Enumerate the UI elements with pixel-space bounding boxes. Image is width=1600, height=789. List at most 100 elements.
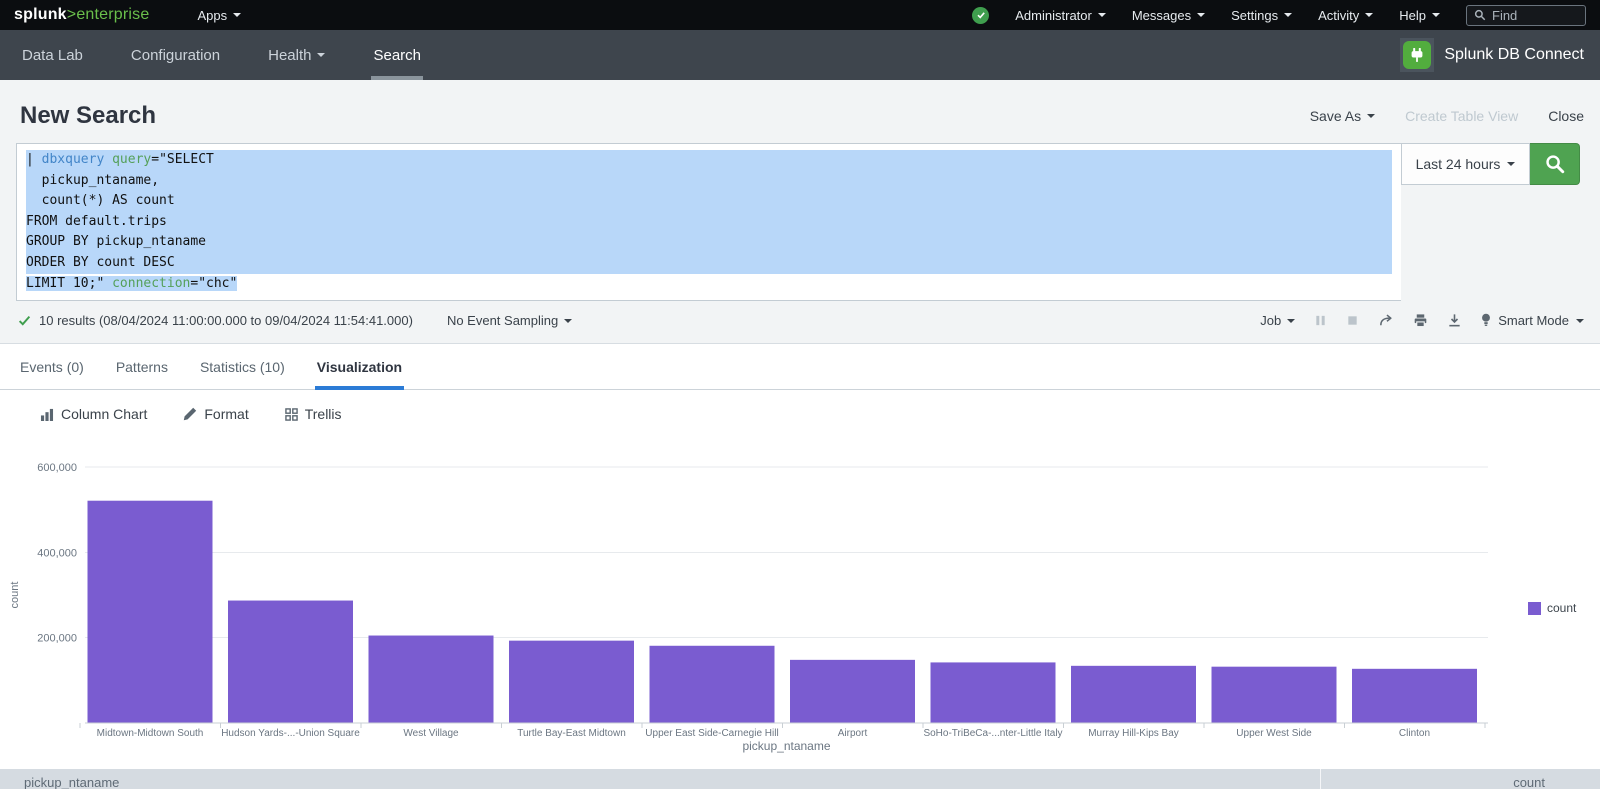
print-icon [1413, 313, 1428, 328]
stop-button[interactable] [1346, 314, 1359, 327]
y-tick-label: 600,000 [37, 462, 77, 474]
save-as-button[interactable]: Save As [1310, 108, 1375, 124]
bar-upper-east-side-carnegie-hill[interactable] [650, 646, 775, 723]
caret-down-icon [1098, 13, 1106, 21]
y-tick-label: 200,000 [37, 633, 77, 645]
download-icon [1447, 313, 1462, 328]
x-tick-label: Clinton [1399, 728, 1430, 739]
search-header-section: New Search Save As Create Table View Clo… [0, 80, 1600, 344]
pause-button[interactable] [1314, 314, 1327, 327]
appnav-label: Data Lab [22, 47, 83, 64]
results-right: Job Smart Mode [1260, 313, 1584, 328]
query-line: count(*) AS count [26, 191, 1392, 212]
appnav-label: Health [268, 47, 311, 64]
appnav-label: Configuration [131, 47, 220, 64]
caret-down-icon [233, 13, 241, 21]
appnav-search[interactable]: Search [371, 30, 423, 80]
search-icon [1474, 9, 1486, 21]
bar-soho-tribeca-nter-little-italy[interactable] [931, 662, 1056, 723]
trellis-label: Trellis [305, 406, 342, 422]
close-button[interactable]: Close [1548, 108, 1584, 124]
results-bar: 10 results (08/04/2024 11:00:00.000 to 0… [0, 301, 1600, 328]
search-icon [1545, 154, 1565, 174]
share-button[interactable] [1378, 313, 1394, 328]
apps-menu-label: Apps [197, 8, 227, 23]
caret-down-icon [1367, 114, 1375, 122]
page-title: New Search [20, 102, 156, 130]
menu-label: Settings [1231, 8, 1278, 23]
search-bar-row: | dbxquery query="SELECT pickup_ntaname,… [16, 143, 1580, 301]
column-divider [1320, 769, 1321, 789]
topbar-menu-administrator[interactable]: Administrator [1015, 8, 1106, 23]
event-sampling-dropdown[interactable]: No Event Sampling [447, 313, 572, 328]
save-as-label: Save As [1310, 108, 1361, 124]
bar-west-village[interactable] [369, 636, 494, 723]
health-status-icon[interactable] [972, 7, 989, 24]
caret-down-icon [1365, 13, 1373, 21]
bar-turtle-bay-east-midtown[interactable] [509, 641, 634, 723]
search-mode-dropdown[interactable]: Smart Mode [1481, 313, 1584, 328]
trellis-button[interactable]: Trellis [285, 406, 342, 422]
format-button[interactable]: Format [183, 406, 248, 422]
logo-gt: > [67, 6, 77, 23]
title-row: New Search Save As Create Table View Clo… [0, 96, 1600, 136]
apps-menu[interactable]: Apps [197, 8, 241, 23]
topbar-menus: Administrator Messages Settings Activity Hel… [1015, 8, 1440, 23]
x-tick-label: SoHo-TriBeCa-...nter-Little Italy [923, 728, 1062, 739]
appnav-health[interactable]: Health [266, 30, 327, 80]
tab-events-0[interactable]: Events (0) [18, 344, 86, 389]
time-range-label: Last 24 hours [1416, 156, 1501, 172]
bar-airport[interactable] [790, 660, 915, 723]
y-tick-label: 400,000 [37, 547, 77, 559]
caret-down-icon [1287, 319, 1295, 327]
check-icon [976, 10, 986, 20]
pencil-icon [183, 407, 197, 421]
header-actions: Save As Create Table View Close [1310, 108, 1584, 124]
topbar-menu-messages[interactable]: Messages [1132, 8, 1205, 23]
topbar: splunk>enterprise Apps Administrator Mess… [0, 0, 1600, 30]
appnav-data-lab[interactable]: Data Lab [20, 30, 85, 80]
column-chart-icon [40, 408, 54, 421]
tab-patterns[interactable]: Patterns [114, 344, 170, 389]
job-label: Job [1260, 313, 1281, 328]
job-menu[interactable]: Job [1260, 313, 1295, 328]
column-header-pickup-ntaname[interactable]: pickup_ntaname [24, 775, 119, 789]
app-identity[interactable]: Splunk DB Connect [1400, 38, 1584, 72]
topbar-menu-help[interactable]: Help [1399, 8, 1440, 23]
trellis-grid-icon [285, 408, 298, 421]
time-range-picker[interactable]: Last 24 hours [1401, 143, 1530, 185]
print-button[interactable] [1413, 313, 1428, 328]
bar-midtown-midtown-south[interactable] [88, 501, 213, 723]
logo-enterprise: enterprise [76, 6, 149, 23]
query-line: | dbxquery query="SELECT [26, 150, 1392, 171]
find-search-input[interactable]: Find [1466, 5, 1586, 26]
search-query-input[interactable]: | dbxquery query="SELECT pickup_ntaname,… [16, 143, 1401, 301]
query-line: pickup_ntaname, [26, 171, 1392, 192]
bar-hudson-yards-union-square[interactable] [228, 601, 353, 723]
tab-visualization[interactable]: Visualization [315, 344, 404, 389]
tab-statistics-10[interactable]: Statistics (10) [198, 344, 287, 389]
viz-controls: Column Chart Format Trellis [0, 390, 1600, 438]
caret-down-icon [1284, 13, 1292, 21]
menu-label: Help [1399, 8, 1426, 23]
run-search-button[interactable] [1530, 143, 1580, 185]
logo-splunk: splunk [14, 6, 67, 23]
topbar-menu-activity[interactable]: Activity [1318, 8, 1373, 23]
db-connect-logo-tile [1400, 38, 1434, 72]
create-table-view-button[interactable]: Create Table View [1405, 108, 1518, 124]
query-line: ORDER BY count DESC [26, 253, 1392, 274]
x-tick-label: Upper East Side-Carnegie Hill [645, 728, 778, 739]
topbar-menu-settings[interactable]: Settings [1231, 8, 1292, 23]
splunk-logo[interactable]: splunk>enterprise [14, 6, 149, 24]
bar-murray-hill-kips-bay[interactable] [1071, 666, 1196, 723]
appnav-configuration[interactable]: Configuration [129, 30, 222, 80]
x-tick-label: Murray Hill-Kips Bay [1088, 728, 1179, 739]
menu-label: Activity [1318, 8, 1359, 23]
bar-clinton[interactable] [1352, 669, 1477, 723]
export-button[interactable] [1447, 313, 1462, 328]
chart-type-button[interactable]: Column Chart [40, 406, 147, 422]
legend-item-count[interactable]: count [1528, 601, 1576, 615]
column-header-count[interactable]: count [1513, 775, 1545, 789]
appnav-label: Search [373, 47, 421, 64]
bar-upper-west-side[interactable] [1212, 667, 1337, 723]
